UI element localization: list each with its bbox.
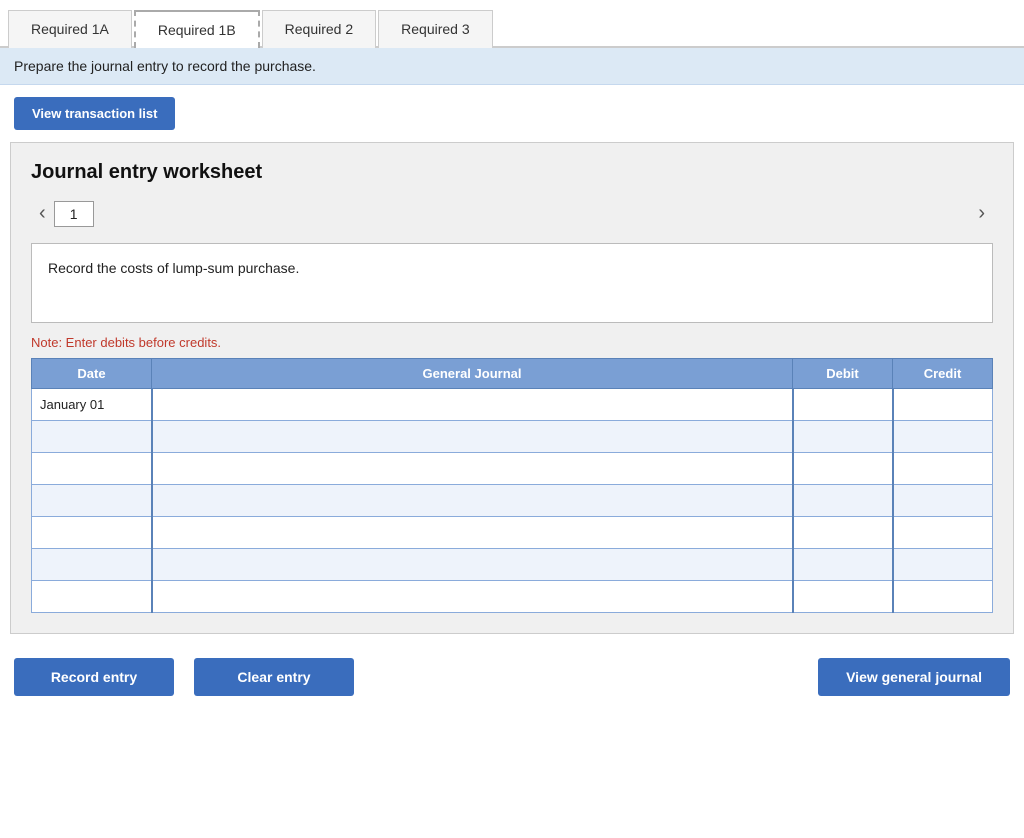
- cell-credit[interactable]: [893, 453, 993, 485]
- cell-debit[interactable]: [793, 485, 893, 517]
- journal-input[interactable]: [153, 453, 792, 484]
- worksheet-container: Journal entry worksheet ‹ 1 › Record the…: [10, 142, 1014, 634]
- credit-input[interactable]: [894, 549, 993, 580]
- col-header-date: Date: [32, 359, 152, 389]
- debit-input[interactable]: [794, 421, 892, 452]
- table-row: [32, 453, 993, 485]
- cell-debit[interactable]: [793, 517, 893, 549]
- view-general-journal-button[interactable]: View general journal: [818, 658, 1010, 696]
- cell-journal[interactable]: [152, 549, 793, 581]
- debit-input[interactable]: [794, 453, 892, 484]
- cell-debit[interactable]: [793, 389, 893, 421]
- cell-credit[interactable]: [893, 485, 993, 517]
- cell-journal[interactable]: [152, 421, 793, 453]
- cell-date: [32, 517, 152, 549]
- cell-debit[interactable]: [793, 421, 893, 453]
- cell-credit[interactable]: [893, 421, 993, 453]
- credit-input[interactable]: [894, 421, 993, 452]
- credit-input[interactable]: [894, 517, 993, 548]
- cell-credit[interactable]: [893, 581, 993, 613]
- cell-credit[interactable]: [893, 549, 993, 581]
- table-row: [32, 421, 993, 453]
- journal-input[interactable]: [153, 581, 792, 612]
- journal-input[interactable]: [153, 389, 792, 420]
- tab-req2[interactable]: Required 2: [262, 10, 377, 48]
- debit-input[interactable]: [794, 389, 892, 420]
- worksheet-title: Journal entry worksheet: [31, 161, 993, 184]
- debit-input[interactable]: [794, 549, 892, 580]
- cell-journal[interactable]: [152, 389, 793, 421]
- cell-date: [32, 485, 152, 517]
- debit-input[interactable]: [794, 517, 892, 548]
- credit-input[interactable]: [894, 453, 993, 484]
- journal-input[interactable]: [153, 517, 792, 548]
- tab-req3[interactable]: Required 3: [378, 10, 493, 48]
- tabs-bar: Required 1A Required 1B Required 2 Requi…: [0, 0, 1024, 48]
- cell-date: [32, 549, 152, 581]
- credit-input[interactable]: [894, 389, 993, 420]
- tab-req1b[interactable]: Required 1B: [134, 10, 260, 48]
- col-header-credit: Credit: [893, 359, 993, 389]
- entry-description: Record the costs of lump-sum purchase.: [31, 243, 993, 323]
- next-page-button[interactable]: ›: [970, 198, 993, 229]
- table-row: [32, 581, 993, 613]
- journal-input[interactable]: [153, 421, 792, 452]
- table-row: [32, 549, 993, 581]
- debit-input[interactable]: [794, 581, 892, 612]
- cell-journal[interactable]: [152, 517, 793, 549]
- instruction-text: Prepare the journal entry to record the …: [14, 58, 316, 74]
- table-row: January 01: [32, 389, 993, 421]
- col-header-journal: General Journal: [152, 359, 793, 389]
- cell-journal[interactable]: [152, 485, 793, 517]
- cell-journal[interactable]: [152, 453, 793, 485]
- page-nav: ‹ 1 ›: [31, 198, 993, 229]
- view-transaction-button[interactable]: View transaction list: [14, 97, 175, 130]
- cell-debit[interactable]: [793, 581, 893, 613]
- journal-input[interactable]: [153, 549, 792, 580]
- tab-req1a[interactable]: Required 1A: [8, 10, 132, 48]
- bottom-buttons: Record entry Clear entry View general jo…: [0, 644, 1024, 710]
- note-text: Note: Enter debits before credits.: [31, 335, 993, 350]
- cell-date: January 01: [32, 389, 152, 421]
- page-number: 1: [54, 201, 94, 227]
- prev-page-button[interactable]: ‹: [31, 198, 54, 229]
- cell-journal[interactable]: [152, 581, 793, 613]
- instruction-bar: Prepare the journal entry to record the …: [0, 48, 1024, 85]
- credit-input[interactable]: [894, 581, 993, 612]
- toolbar: View transaction list: [0, 85, 1024, 142]
- cell-credit[interactable]: [893, 389, 993, 421]
- cell-date: [32, 421, 152, 453]
- cell-debit[interactable]: [793, 549, 893, 581]
- cell-date: [32, 581, 152, 613]
- table-row: [32, 517, 993, 549]
- cell-date: [32, 453, 152, 485]
- debit-input[interactable]: [794, 485, 892, 516]
- credit-input[interactable]: [894, 485, 993, 516]
- cell-credit[interactable]: [893, 517, 993, 549]
- table-row: [32, 485, 993, 517]
- col-header-debit: Debit: [793, 359, 893, 389]
- journal-table: Date General Journal Debit Credit Januar…: [31, 358, 993, 613]
- cell-debit[interactable]: [793, 453, 893, 485]
- record-entry-button[interactable]: Record entry: [14, 658, 174, 696]
- clear-entry-button[interactable]: Clear entry: [194, 658, 354, 696]
- journal-input[interactable]: [153, 485, 792, 516]
